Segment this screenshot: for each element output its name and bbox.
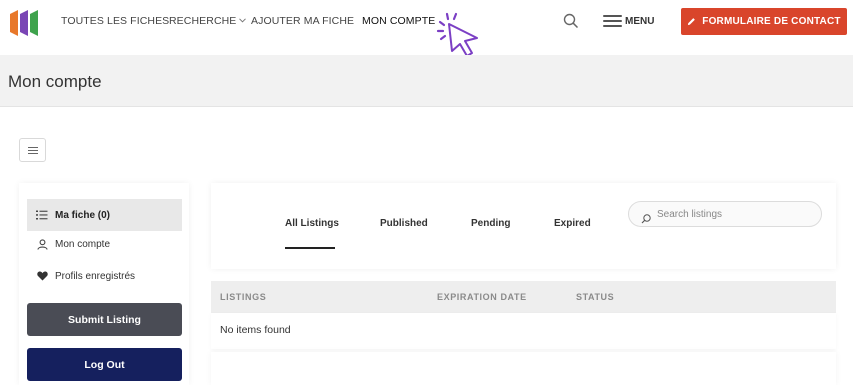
page-header: Mon compte xyxy=(0,55,853,107)
sidebar-item-label: Mon compte xyxy=(55,238,111,250)
hamburger-icon xyxy=(603,15,622,27)
pencil-icon xyxy=(688,18,696,26)
search-listings-input[interactable] xyxy=(657,207,807,221)
heart-icon xyxy=(35,271,49,281)
sidebar-item-saved-profiles[interactable]: Profils enregistrés xyxy=(27,261,182,291)
list-icon xyxy=(35,210,49,220)
column-header-listings: LISTINGS xyxy=(220,292,267,302)
menu-button[interactable]: MENU xyxy=(603,13,654,29)
nav-link-add-listing[interactable]: AJOUTER MA FICHE xyxy=(251,15,354,27)
account-sidebar: Ma fiche (0) Mon compte Profils enregist… xyxy=(19,183,189,385)
search-icon[interactable] xyxy=(563,13,579,29)
nav-link-all-listings[interactable]: TOUTES LES FICHES xyxy=(61,15,169,27)
listings-table-header: LISTINGS EXPIRATION DATE STATUS xyxy=(211,281,836,313)
logout-button[interactable]: Log Out xyxy=(27,348,182,381)
menu-label: MENU xyxy=(625,15,655,27)
column-header-expiration-date: EXPIRATION DATE xyxy=(437,292,527,302)
search-listings-box xyxy=(628,201,822,227)
tab-published[interactable]: Published xyxy=(380,218,428,229)
submit-listing-button[interactable]: Submit Listing xyxy=(27,303,182,336)
nav-link-search-label: RECHERCHE xyxy=(169,15,237,27)
tab-expired[interactable]: Expired xyxy=(554,218,591,229)
content-card xyxy=(211,352,836,385)
tab-pending[interactable]: Pending xyxy=(471,218,510,229)
active-tab-indicator xyxy=(285,247,335,249)
tab-all-listings[interactable]: All Listings xyxy=(285,218,339,229)
nav-link-my-account[interactable]: MON COMPTE xyxy=(362,15,435,27)
listings-table-body: No items found xyxy=(211,313,836,349)
column-header-status: STATUS xyxy=(576,292,615,302)
empty-state-message: No items found xyxy=(220,324,291,336)
sidebar-item-my-listing[interactable]: Ma fiche (0) xyxy=(27,199,182,231)
chevron-down-icon xyxy=(239,18,247,23)
sidebar-item-label: Profils enregistrés xyxy=(55,270,136,282)
listings-tabs-card: All Listings Published Pending Expired xyxy=(211,183,836,269)
page-title: Mon compte xyxy=(8,72,102,91)
sidebar-item-my-account[interactable]: Mon compte xyxy=(27,229,182,259)
top-navigation: TOUTES LES FICHES RECHERCHE AJOUTER MA F… xyxy=(0,0,853,44)
sidebar-toggle-button[interactable] xyxy=(19,138,46,162)
site-logo[interactable] xyxy=(10,10,40,36)
contact-form-label: FORMULAIRE DE CONTACT xyxy=(702,16,841,27)
user-icon xyxy=(35,238,49,250)
sidebar-item-label: Ma fiche (0) xyxy=(55,209,111,221)
nav-link-search[interactable]: RECHERCHE xyxy=(169,15,247,27)
contact-form-button[interactable]: FORMULAIRE DE CONTACT xyxy=(681,8,847,35)
search-icon xyxy=(641,214,651,224)
